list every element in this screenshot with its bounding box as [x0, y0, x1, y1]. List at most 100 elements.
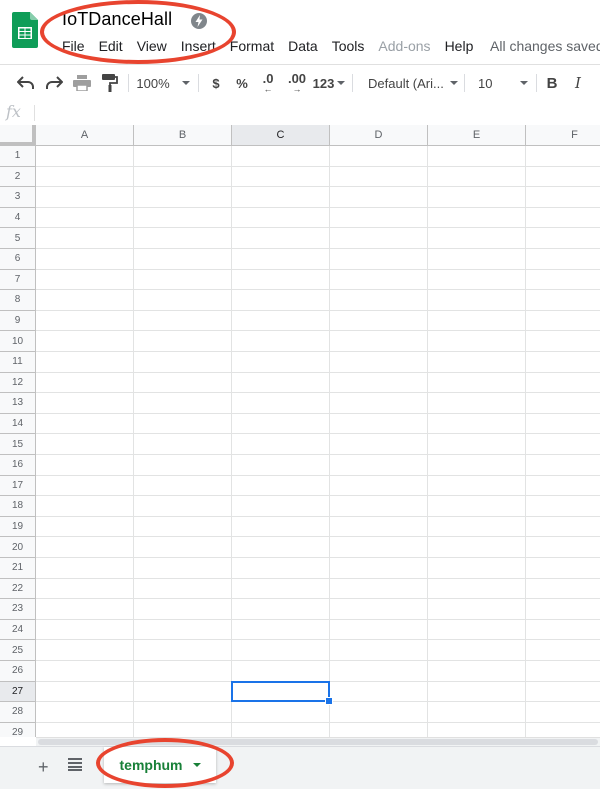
menu-help[interactable]: Help: [445, 38, 474, 56]
redo-button[interactable]: [42, 65, 66, 101]
font-size-select[interactable]: 10: [472, 65, 528, 101]
grid-row-line: [36, 474, 600, 476]
sheet-tab-label: temphum: [119, 757, 183, 773]
menu-add-ons[interactable]: Add-ons: [378, 38, 430, 56]
row-header-21[interactable]: 21: [0, 558, 36, 579]
scrollbar-thumb[interactable]: [38, 739, 598, 745]
toolbar-separator: [352, 74, 353, 92]
row-header-14[interactable]: 14: [0, 413, 36, 435]
grid-row-line: [36, 433, 600, 435]
sheet-tab-temphum[interactable]: temphum: [104, 747, 216, 783]
menu-view[interactable]: View: [137, 38, 167, 56]
column-header-d[interactable]: D: [330, 125, 428, 146]
decrease-decimal-button[interactable]: .0 ←: [256, 65, 280, 101]
row-header-1[interactable]: 1: [0, 146, 36, 167]
formula-input[interactable]: [40, 101, 596, 125]
chevron-down-icon: [520, 81, 528, 85]
column-header-e[interactable]: E: [428, 125, 526, 146]
grid-row-line: [36, 289, 600, 291]
percent-format-button[interactable]: %: [232, 65, 252, 101]
all-sheets-button[interactable]: [68, 757, 82, 776]
select-all-corner[interactable]: [0, 125, 36, 146]
fill-handle[interactable]: [325, 697, 333, 706]
add-sheet-button[interactable]: +: [38, 757, 49, 778]
grid-row-line: [36, 639, 600, 641]
row-header-27[interactable]: 27: [0, 681, 36, 703]
row-header-12[interactable]: 12: [0, 372, 36, 394]
menu-format[interactable]: Format: [230, 38, 274, 56]
row-header-24[interactable]: 24: [0, 619, 36, 641]
row-header-5[interactable]: 5: [0, 228, 36, 249]
row-header-10[interactable]: 10: [0, 331, 36, 352]
chevron-down-icon[interactable]: [192, 763, 201, 767]
paint-format-icon: [102, 74, 118, 92]
font-size-value: 10: [478, 75, 493, 91]
row-header-8[interactable]: 8: [0, 290, 36, 311]
row-header-17[interactable]: 17: [0, 475, 36, 497]
document-title[interactable]: IoTDanceHall: [62, 9, 172, 30]
row-header-19[interactable]: 19: [0, 516, 36, 538]
row-header-25[interactable]: 25: [0, 640, 36, 661]
arrow-right-icon: →: [292, 84, 302, 94]
row-header-28[interactable]: 28: [0, 702, 36, 723]
grid-row-line: [36, 351, 600, 352]
menu-insert[interactable]: Insert: [181, 38, 216, 56]
row-header-6[interactable]: 6: [0, 249, 36, 270]
row-header-9[interactable]: 9: [0, 310, 36, 332]
grid-row-line: [36, 536, 600, 538]
menu-edit[interactable]: Edit: [99, 38, 123, 56]
increase-decimal-button[interactable]: .00 →: [284, 65, 310, 101]
menu-data[interactable]: Data: [288, 38, 318, 56]
grid-row-line: [36, 412, 600, 414]
row-header-20[interactable]: 20: [0, 537, 36, 558]
row-header-29[interactable]: 29: [0, 722, 36, 737]
grid-row-line: [36, 598, 600, 600]
chevron-down-icon: [181, 81, 190, 85]
redo-icon: [45, 76, 63, 90]
row-header-4[interactable]: 4: [0, 207, 36, 229]
row-header-18[interactable]: 18: [0, 496, 36, 517]
grid-row-line: [36, 268, 600, 270]
grid-row-line: [36, 186, 600, 188]
toolbar-separator: [536, 74, 537, 92]
offline-status-icon[interactable]: [190, 12, 208, 30]
column-header-a[interactable]: A: [36, 125, 134, 146]
grid-row-line: [36, 309, 600, 311]
row-header-26[interactable]: 26: [0, 661, 36, 682]
paint-format-button[interactable]: [98, 65, 122, 101]
toolbar-separator: [198, 74, 199, 92]
row-header-7[interactable]: 7: [0, 269, 36, 291]
row-header-22[interactable]: 22: [0, 578, 36, 600]
fx-label: fx: [6, 102, 21, 121]
undo-button[interactable]: [14, 65, 38, 101]
column-header-c[interactable]: C: [232, 125, 330, 146]
row-header-2[interactable]: 2: [0, 166, 36, 188]
zoom-select[interactable]: 100%: [134, 65, 192, 101]
bold-button[interactable]: B: [542, 65, 562, 101]
grid-row-line: [36, 227, 600, 229]
save-status[interactable]: All changes saved: [490, 38, 600, 54]
row-header-16[interactable]: 16: [0, 455, 36, 476]
formula-bar: fx: [0, 101, 600, 126]
title-bar: IoTDanceHall File Edit View Insert Forma…: [0, 0, 600, 64]
row-header-13[interactable]: 13: [0, 393, 36, 414]
row-header-15[interactable]: 15: [0, 434, 36, 455]
print-button[interactable]: [70, 65, 94, 101]
grid-row-line: [36, 721, 600, 723]
currency-format-button[interactable]: $: [206, 65, 226, 101]
italic-button[interactable]: I: [568, 65, 588, 101]
menu-bar: File Edit View Insert Format Data Tools …: [62, 38, 487, 56]
more-formats-button[interactable]: 123: [312, 65, 346, 101]
column-header-b[interactable]: B: [134, 125, 232, 146]
row-header-3[interactable]: 3: [0, 187, 36, 208]
sheets-logo-icon[interactable]: [12, 12, 38, 48]
spreadsheet-grid[interactable]: A B C D E F 1 2 3 4 5 6 7 8 9 10 11 12 13 14 15 16 17 18 19 20 21 2…: [0, 125, 600, 737]
row-header-11[interactable]: 11: [0, 352, 36, 373]
selected-cell[interactable]: [231, 680, 330, 703]
font-family-select[interactable]: Default (Ari...: [362, 65, 458, 101]
row-header-23[interactable]: 23: [0, 599, 36, 620]
menu-file[interactable]: File: [62, 38, 85, 56]
menu-tools[interactable]: Tools: [332, 38, 365, 56]
grid-column-line: [231, 146, 232, 737]
column-header-f[interactable]: F: [526, 125, 600, 146]
